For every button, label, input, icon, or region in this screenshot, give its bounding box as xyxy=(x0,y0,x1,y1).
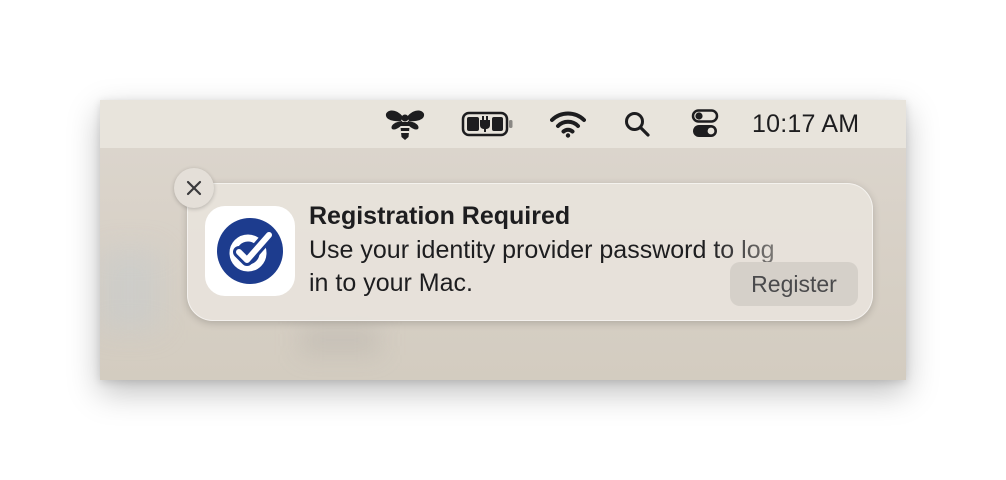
search-icon[interactable] xyxy=(620,100,654,148)
checkmark-badge-icon xyxy=(205,206,295,296)
control-center-icon[interactable] xyxy=(688,100,722,148)
close-icon xyxy=(186,180,202,196)
battery-charging-icon[interactable] xyxy=(460,100,516,148)
bee-icon[interactable] xyxy=(382,100,428,148)
background-blur xyxy=(300,325,380,355)
notification-title: Registration Required xyxy=(309,202,571,230)
close-button[interactable] xyxy=(174,168,214,208)
background-blur xyxy=(100,250,160,330)
wifi-icon[interactable] xyxy=(546,100,590,148)
menu-bar-clock[interactable]: 10:17 AM xyxy=(752,100,859,148)
register-button[interactable]: Register xyxy=(730,262,858,306)
menu-bar: 10:17 AM xyxy=(100,100,906,148)
